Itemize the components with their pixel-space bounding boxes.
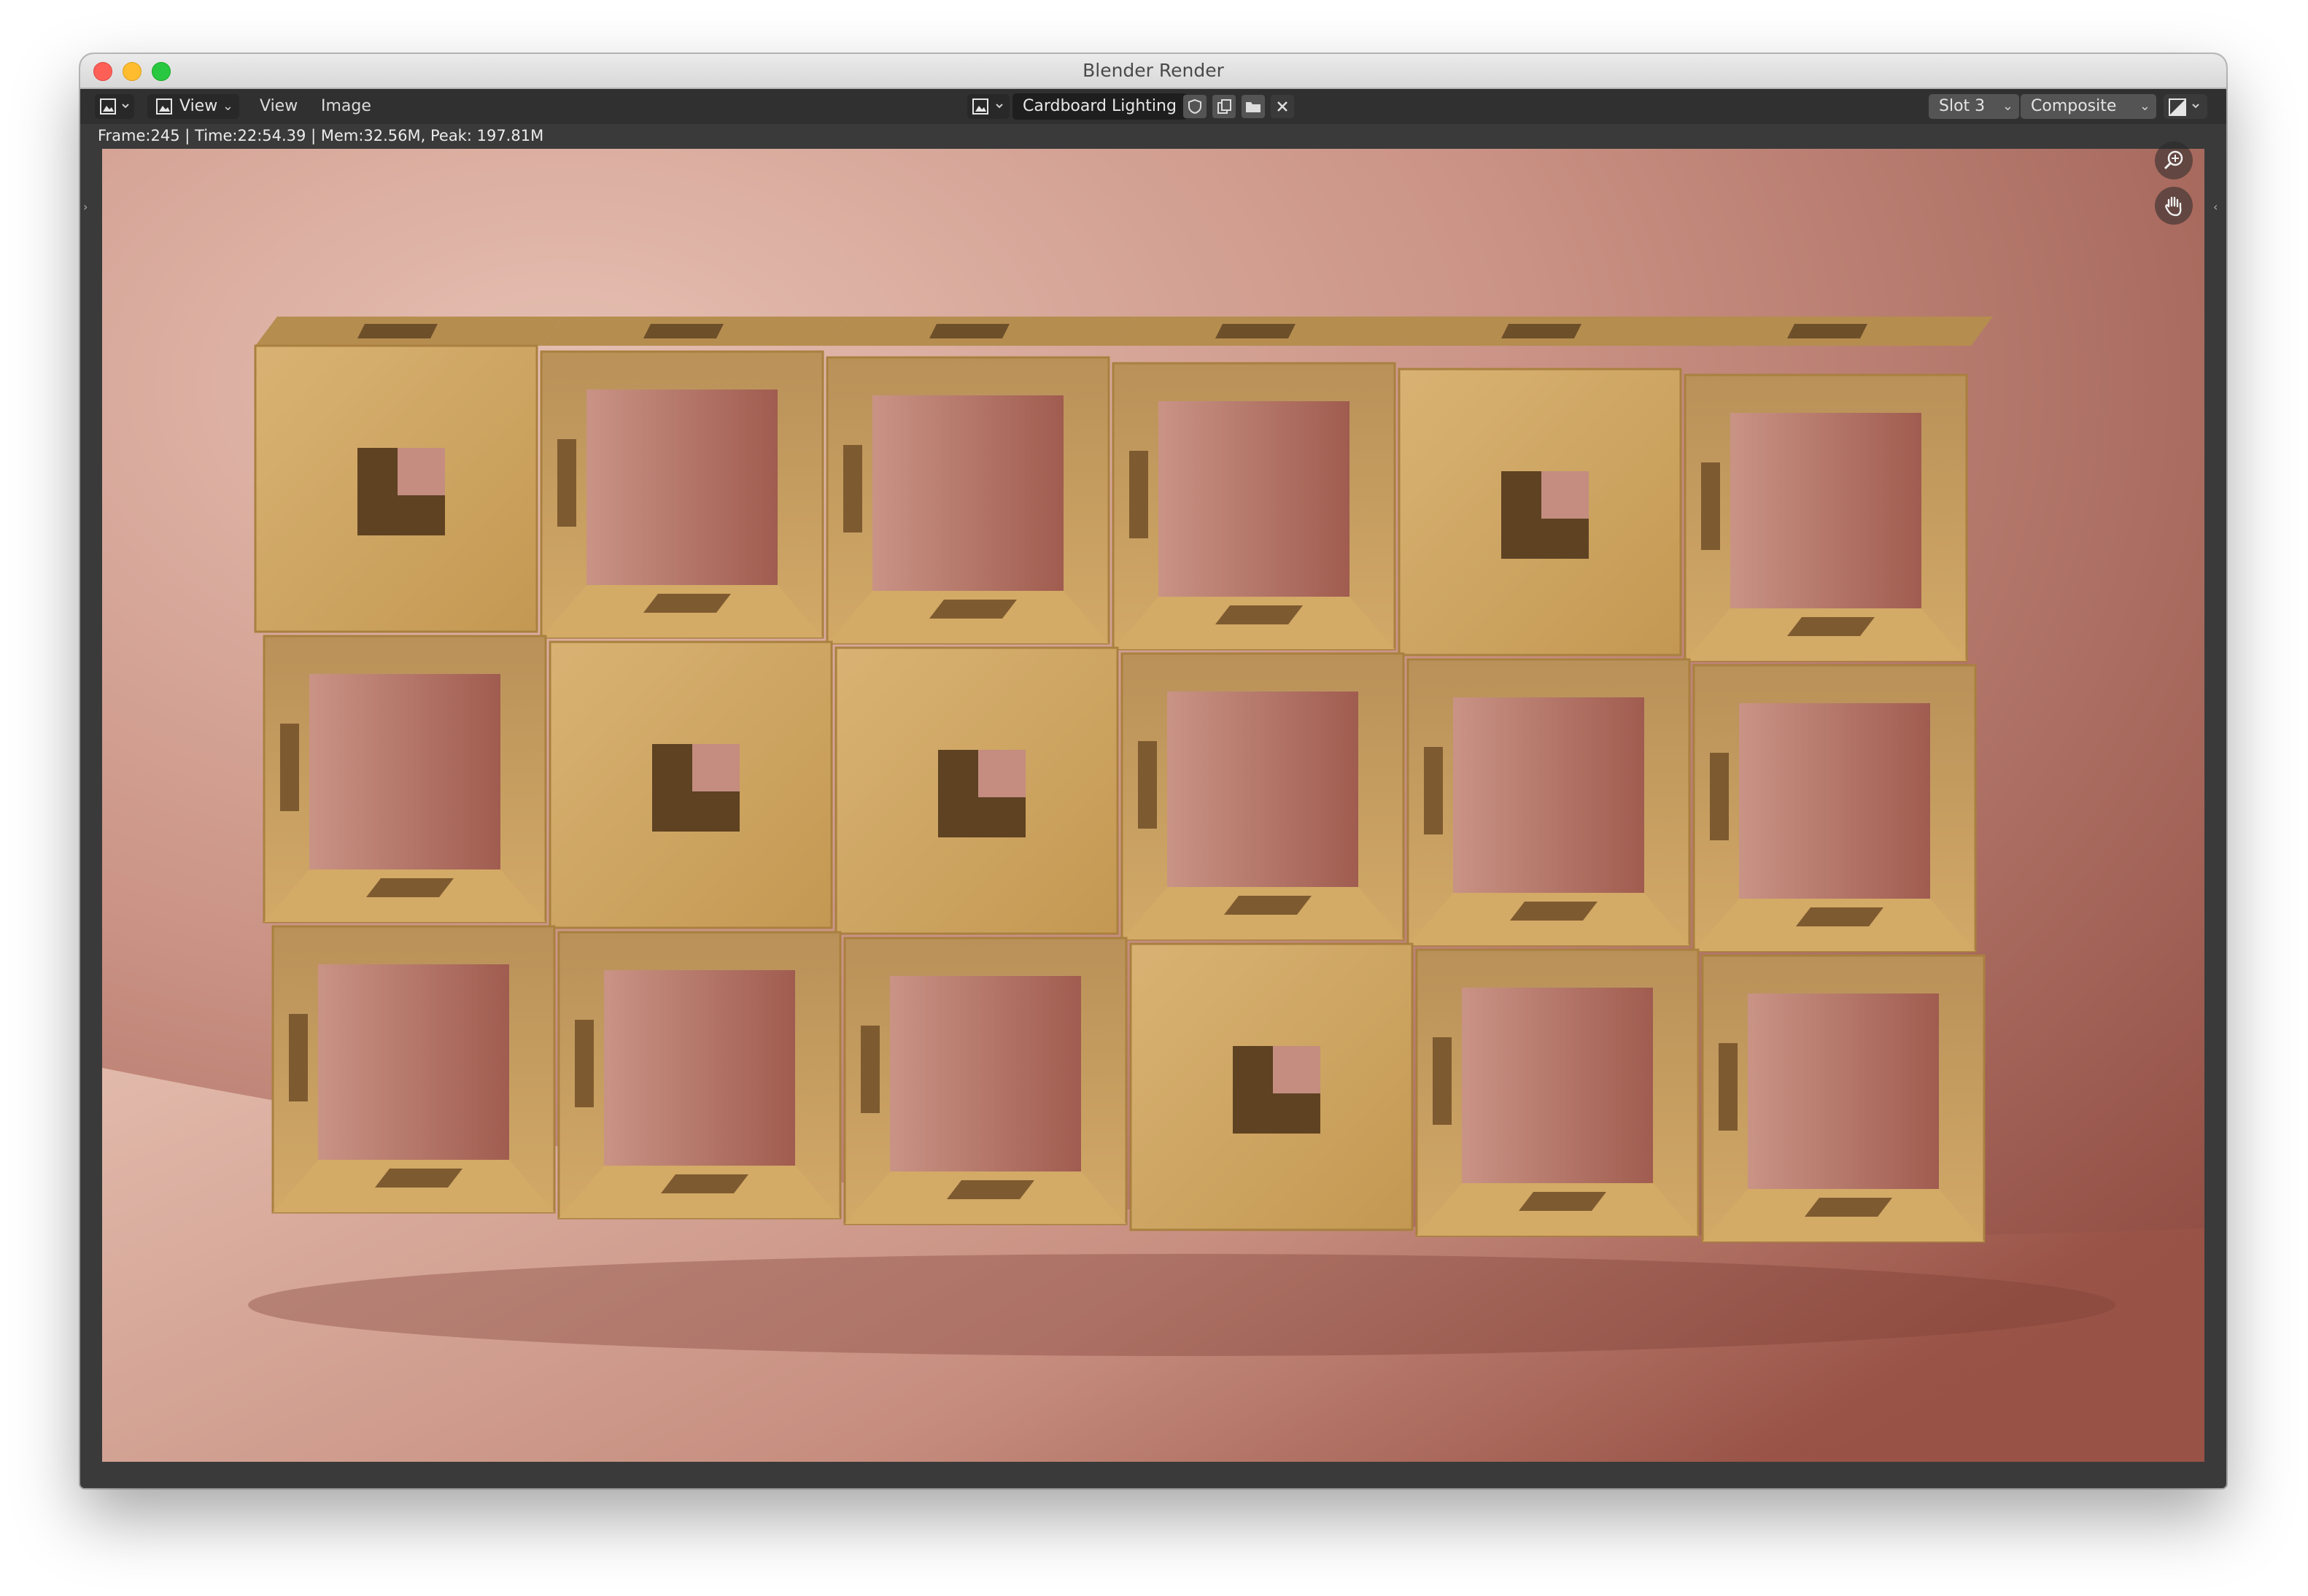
- cube-top-slot: [1215, 324, 1296, 338]
- render-image: [102, 149, 2204, 1462]
- cube-top-slot: [1787, 324, 1867, 338]
- cube-cell: [271, 925, 556, 1214]
- toolbar-toggle-icon[interactable]: ›: [83, 200, 93, 217]
- cardboard-shelf: [254, 317, 1993, 1243]
- image-editor-header: View ⌄ View Image Cardboard Lighting Slo…: [80, 89, 2226, 124]
- shield-icon: [1188, 98, 1201, 115]
- cube-cell: [263, 635, 547, 923]
- cube-cell: [843, 937, 1128, 1225]
- browse-image-icon: [972, 98, 1003, 115]
- render-layer-dropdown[interactable]: Composite ⌄: [2021, 94, 2156, 119]
- view-mode-dropdown[interactable]: View ⌄: [147, 94, 239, 119]
- open-image-button[interactable]: [1242, 95, 1265, 118]
- window-title: Blender Render: [1083, 60, 1224, 81]
- cube-cell: [1120, 652, 1405, 941]
- editor-type-button[interactable]: [95, 94, 134, 119]
- slot-dropdown[interactable]: Slot 3 ⌄: [1929, 94, 2019, 119]
- sidebar-toggle-icon[interactable]: ‹: [2213, 200, 2223, 217]
- hand-icon: [2165, 196, 2182, 217]
- cube-top-slot: [643, 324, 724, 338]
- cube-cell: [826, 356, 1110, 645]
- unlink-image-button[interactable]: [1271, 95, 1294, 118]
- cube-cell: [1112, 362, 1396, 651]
- pan-gizmo[interactable]: [2155, 187, 2193, 225]
- cube-top-slot: [1501, 324, 1581, 338]
- view-mode-icon: [156, 98, 172, 115]
- display-channels-button[interactable]: [2164, 94, 2207, 119]
- render-info-bar: Frame:245 | Time:22:54.39 | Mem:32.56M, …: [80, 124, 2226, 147]
- new-image-button[interactable]: [1212, 95, 1236, 118]
- cube-cell: [1701, 954, 1986, 1243]
- cube-cell: [549, 640, 833, 929]
- cube-cell: [834, 646, 1119, 935]
- menu-image[interactable]: Image: [321, 94, 371, 119]
- image-editor-icon: [100, 98, 129, 115]
- cube-cell: [1684, 373, 1968, 662]
- chevron-down-icon: ⌄: [222, 98, 233, 114]
- chevron-down-icon: ⌄: [2139, 98, 2150, 114]
- browse-image-button[interactable]: [967, 94, 1010, 119]
- blender-window: Blender Render View ⌄ View Image Cardboa…: [80, 54, 2226, 1488]
- duplicate-icon: [1217, 99, 1231, 114]
- cube-cell: [1398, 368, 1682, 656]
- menu-view[interactable]: View: [260, 94, 298, 119]
- render-stats-text: Frame:245 | Time:22:54.39 | Mem:32.56M, …: [98, 127, 544, 144]
- color-channels-icon: [2169, 98, 2199, 116]
- zoom-icon: [2164, 150, 2183, 170]
- view-mode-label: View: [179, 97, 218, 115]
- cube-top-slot: [357, 324, 438, 338]
- chevron-down-icon: ⌄: [2002, 98, 2013, 114]
- folder-icon: [1246, 102, 1261, 112]
- close-icon: [1277, 101, 1287, 112]
- title-bar: Blender Render: [80, 54, 2226, 89]
- cube-cell: [1406, 658, 1691, 947]
- cube-top-slot: [929, 324, 1010, 338]
- cube-cell: [1692, 664, 1977, 953]
- slot-label: Slot 3: [1939, 97, 1986, 115]
- zoom-gizmo[interactable]: [2155, 142, 2193, 179]
- cube-cell: [1415, 948, 1700, 1237]
- cube-cell: [1129, 942, 1414, 1231]
- cube-cell: [540, 350, 824, 639]
- layer-label: Composite: [2031, 97, 2117, 115]
- image-name-field[interactable]: Cardboard Lighting: [1012, 93, 1188, 120]
- fake-user-button[interactable]: [1183, 95, 1207, 118]
- cube-cell: [254, 344, 538, 633]
- shelf-shadow: [248, 1254, 2115, 1356]
- render-image-viewport[interactable]: [102, 142, 2204, 1462]
- cube-cell: [557, 931, 842, 1220]
